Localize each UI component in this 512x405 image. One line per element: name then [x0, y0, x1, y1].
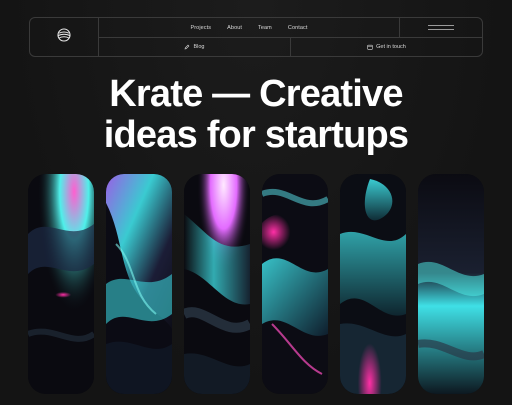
nav-link-team[interactable]: Team — [258, 25, 272, 31]
image-gallery — [28, 174, 484, 394]
globe-logo-icon[interactable] — [57, 27, 71, 47]
logo-cell[interactable] — [30, 18, 99, 56]
pencil-icon — [184, 44, 190, 50]
abstract-panel-6[interactable] — [418, 174, 484, 394]
menu-button[interactable] — [399, 18, 482, 38]
abstract-panel-1[interactable] — [28, 174, 94, 394]
primary-nav: Projects About Team Contact — [99, 18, 399, 38]
get-in-touch-label: Get in touch — [376, 44, 406, 50]
abstract-panel-3[interactable] — [184, 174, 250, 394]
landing-page: Projects About Team Contact Blog Get in … — [0, 0, 512, 405]
get-in-touch-link[interactable]: Get in touch — [290, 38, 482, 56]
nav-link-about[interactable]: About — [227, 25, 242, 31]
calendar-icon — [367, 44, 373, 50]
nav-link-contact[interactable]: Contact — [288, 25, 308, 31]
abstract-panel-2[interactable] — [106, 174, 172, 394]
hamburger-menu-icon[interactable] — [428, 25, 454, 30]
blog-link[interactable]: Blog — [99, 38, 290, 56]
hero-heading: Krate — Creative ideas for startups — [0, 74, 512, 156]
nav-link-projects[interactable]: Projects — [190, 25, 211, 31]
abstract-panel-5[interactable] — [340, 174, 406, 394]
site-header: Projects About Team Contact Blog Get in … — [29, 17, 483, 57]
secondary-nav: Blog Get in touch — [99, 38, 482, 56]
hero-line-2: ideas for startups — [103, 114, 409, 156]
hero-line-1: Krate — Creative — [109, 73, 403, 115]
abstract-panel-4[interactable] — [262, 174, 328, 394]
blog-label: Blog — [193, 44, 205, 50]
